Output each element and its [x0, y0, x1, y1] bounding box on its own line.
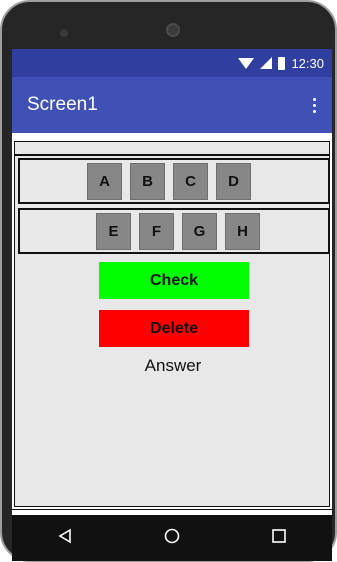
recent-apps-icon[interactable]: [271, 528, 287, 549]
back-icon[interactable]: [57, 528, 73, 549]
letter-button-h[interactable]: H: [225, 212, 260, 250]
letter-button-a[interactable]: A: [87, 162, 122, 200]
main-panel: A B C D E F G H Check Delete Answer: [14, 141, 330, 507]
app-title: Screen1: [27, 94, 98, 115]
letter-row-1: A B C D: [18, 158, 330, 204]
answer-label: Answer: [144, 356, 202, 375]
top-strip: [15, 142, 329, 156]
letter-button-c[interactable]: C: [173, 162, 208, 200]
battery-icon: [278, 56, 286, 70]
overflow-menu-icon[interactable]: [307, 94, 322, 117]
letter-button-g[interactable]: G: [182, 212, 217, 250]
letter-button-b[interactable]: B: [130, 162, 165, 200]
status-time: 12:30: [291, 55, 324, 71]
signal-icon: [260, 57, 273, 69]
speaker-dot: [60, 29, 68, 37]
app-bar: Screen1: [12, 77, 332, 133]
camera-dot: [166, 23, 180, 37]
navigation-bar: [12, 515, 332, 561]
wifi-icon: [238, 57, 255, 69]
letter-button-d[interactable]: D: [216, 162, 251, 200]
screen-content: A B C D E F G H Check Delete Answer: [12, 137, 332, 515]
delete-button[interactable]: Delete: [99, 310, 249, 347]
letter-button-f[interactable]: F: [139, 212, 174, 250]
phone-frame: 12:30 Screen1 A B C D E F G H Check Dele…: [0, 0, 337, 562]
home-icon[interactable]: [164, 528, 180, 549]
check-button[interactable]: Check: [99, 262, 249, 299]
status-bar: 12:30: [12, 49, 332, 77]
letter-row-2: E F G H: [18, 208, 330, 254]
letter-button-e[interactable]: E: [96, 212, 131, 250]
device-screen: 12:30 Screen1 A B C D E F G H Check Dele…: [12, 49, 332, 515]
